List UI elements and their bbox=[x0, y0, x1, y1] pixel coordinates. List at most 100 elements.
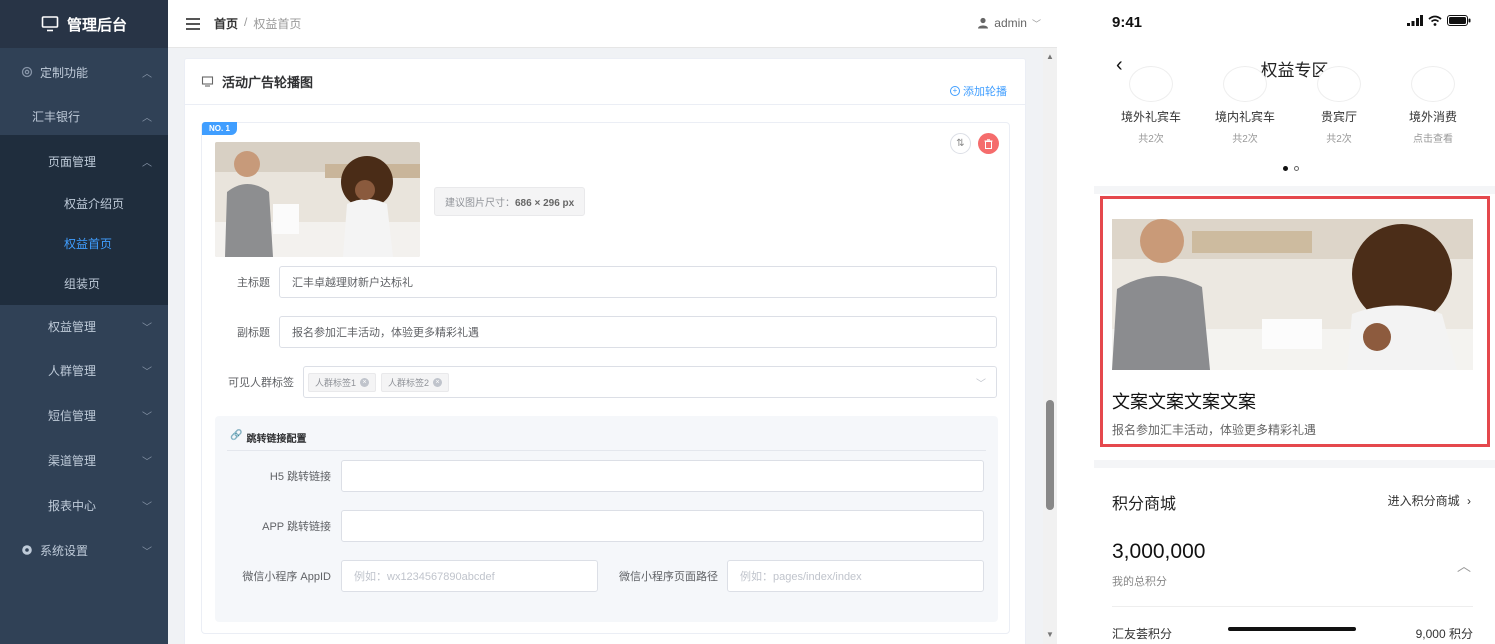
tags-select[interactable]: 人群标签1 × 人群标签2 × ﹀ bbox=[303, 366, 997, 398]
main-content: 活动广告轮播图 + 添加轮播 NO. 1 建议图片尺寸：686 × 296 px… bbox=[168, 48, 1043, 644]
card-title: 活动广告轮播图 bbox=[222, 75, 314, 90]
page-path-label: 微信小程序页面路径 bbox=[619, 571, 718, 583]
carousel-card: 活动广告轮播图 + 添加轮播 NO. 1 建议图片尺寸：686 × 296 px… bbox=[184, 58, 1026, 644]
sidebar-item-system-settings[interactable]: 系统设置 ﹀ bbox=[0, 541, 168, 559]
appid-input[interactable]: 例如：wx1234567890abcdef bbox=[341, 560, 598, 592]
main-title-input[interactable]: 汇丰卓越理财新户达标礼 bbox=[279, 266, 997, 298]
gear-icon bbox=[21, 66, 33, 78]
sidebar-item-label: 人群管理 bbox=[48, 363, 97, 378]
hamburger-icon[interactable] bbox=[186, 17, 200, 30]
item-number-badge: NO. 1 bbox=[202, 122, 237, 135]
phone-preview: 9:41 ‹ 权益专区 境外礼宾车 共2次 境内礼宾车 共2次 贵宾厅 共2次 … bbox=[1094, 0, 1495, 644]
add-carousel-button[interactable]: + 添加轮播 bbox=[950, 83, 1007, 99]
chevron-up-icon: ︿ bbox=[142, 112, 152, 124]
close-icon[interactable]: × bbox=[360, 377, 370, 387]
app-link-input[interactable] bbox=[341, 510, 984, 542]
chevron-up-icon: ︿ bbox=[142, 157, 152, 169]
benefit-item[interactable]: 境内礼宾车 共2次 bbox=[1200, 108, 1290, 145]
scroll-up-arrow-icon[interactable]: ▲ bbox=[1046, 52, 1054, 61]
chevron-down-icon: ﹀ bbox=[142, 366, 152, 378]
sub-title-input[interactable]: 报名参加汇丰活动，体验更多精彩礼遇 bbox=[279, 316, 997, 348]
sidebar-item-label: 短信管理 bbox=[48, 408, 97, 423]
sub-title-label: 副标题 bbox=[237, 327, 270, 339]
benefit-icon bbox=[1129, 66, 1173, 102]
enter-points-mall-link[interactable]: 进入积分商城 › bbox=[1388, 492, 1471, 509]
scroll-down-arrow-icon[interactable]: ▼ bbox=[1046, 630, 1054, 639]
h5-link-row: H5 跳转链接 bbox=[215, 460, 984, 492]
points-mall-section: 积分商城 进入积分商城 › 3,000,000 我的总积分 ︿ 汇友荟积分 9,… bbox=[1094, 468, 1495, 644]
sort-icon: ⇅ bbox=[956, 138, 965, 149]
banner-thumbnail[interactable] bbox=[215, 142, 420, 257]
h5-link-label: H5 跳转链接 bbox=[269, 471, 331, 483]
breadcrumb-separator: / bbox=[244, 15, 248, 29]
benefit-icon bbox=[1223, 66, 1267, 102]
scrollbar-thumb[interactable] bbox=[1046, 400, 1054, 510]
plus-circle-icon: + bbox=[950, 86, 960, 96]
benefits-grid: 境外礼宾车 共2次 境内礼宾车 共2次 贵宾厅 共2次 境外消费 点击查看 bbox=[1094, 66, 1495, 186]
wifi-icon bbox=[1428, 15, 1442, 26]
pager-dot-active bbox=[1283, 166, 1288, 171]
chevron-down-icon: ﹀ bbox=[142, 501, 152, 513]
sidebar-item-crowd-manage[interactable]: 人群管理 ﹀ bbox=[0, 361, 168, 379]
delete-button[interactable] bbox=[978, 133, 999, 154]
main-title-row: 主标题 汇丰卓越理财新户达标礼 bbox=[202, 266, 997, 298]
username: admin bbox=[994, 16, 1027, 30]
breadcrumb-home[interactable]: 首页 bbox=[214, 15, 238, 32]
sidebar-item-benefit-manage[interactable]: 权益管理 ﹀ bbox=[0, 317, 168, 335]
status-time: 9:41 bbox=[1112, 14, 1143, 31]
sidebar-item-page-manage[interactable]: 页面管理 ︿ bbox=[0, 152, 168, 170]
page-path-input[interactable]: 例如：pages/index/index bbox=[727, 560, 984, 592]
link-icon: 🔗 bbox=[230, 430, 243, 441]
chevron-up-icon[interactable]: ︿ bbox=[1457, 556, 1471, 576]
pager-dots bbox=[1283, 166, 1299, 171]
sort-button[interactable]: ⇅ bbox=[950, 133, 971, 154]
sidebar-item-channel-manage[interactable]: 渠道管理 ﹀ bbox=[0, 451, 168, 469]
benefit-item[interactable]: 境外礼宾车 共2次 bbox=[1106, 108, 1196, 145]
brand: 管理后台 bbox=[0, 0, 168, 48]
banner-section: 文案文案文案文案 报名参加汇丰活动，体验更多精彩礼遇 bbox=[1094, 194, 1495, 460]
sidebar-item-assembly-page[interactable]: 组装页 bbox=[0, 274, 168, 292]
sidebar-item-hsbc[interactable]: 汇丰银行 ︿ bbox=[0, 107, 168, 125]
sidebar-item-report-center[interactable]: 报表中心 ﹀ bbox=[0, 496, 168, 514]
chevron-down-icon: ﹀ bbox=[976, 378, 986, 390]
chevron-right-icon: › bbox=[1467, 494, 1471, 508]
miniprogram-row: 微信小程序 AppID 例如：wx1234567890abcdef 微信小程序页… bbox=[215, 560, 984, 592]
close-icon[interactable]: × bbox=[433, 377, 443, 387]
sidebar-item-label: 报表中心 bbox=[48, 498, 97, 513]
sidebar-item-sms-manage[interactable]: 短信管理 ﹀ bbox=[0, 406, 168, 424]
sidebar-item-label: 系统设置 bbox=[40, 543, 89, 558]
signal-icon bbox=[1407, 15, 1423, 26]
sidebar-item-custom[interactable]: 定制功能 ︿ bbox=[0, 63, 168, 81]
sidebar-item-label: 定制功能 bbox=[40, 65, 89, 80]
monitor-icon bbox=[41, 16, 59, 32]
user-menu[interactable]: admin ﹀ bbox=[977, 16, 1041, 30]
sidebar-item-label: 渠道管理 bbox=[48, 453, 97, 468]
total-points-value: 3,000,000 bbox=[1112, 540, 1206, 563]
carousel-icon bbox=[201, 76, 214, 87]
app-link-row: APP 跳转链接 bbox=[215, 510, 984, 542]
sidebar: 管理后台 定制功能 ︿ 汇丰银行 ︿ 页面管理 ︿ 权益介绍页 权益首页 组装页… bbox=[0, 0, 168, 644]
brand-title: 管理后台 bbox=[66, 16, 127, 34]
battery-icon bbox=[1447, 15, 1471, 26]
banner-photo bbox=[215, 142, 420, 257]
card-header: 活动广告轮播图 bbox=[185, 59, 1025, 105]
points-row-value: 9,000 积分 bbox=[1415, 627, 1473, 641]
preview-highlight-frame bbox=[1100, 196, 1490, 447]
chevron-down-icon: ﹀ bbox=[142, 546, 152, 558]
status-icons bbox=[1407, 15, 1471, 26]
h5-link-input[interactable] bbox=[341, 460, 984, 492]
sidebar-item-label: 组装页 bbox=[64, 276, 101, 291]
app-link-label: APP 跳转链接 bbox=[262, 521, 331, 533]
total-points-label: 我的总积分 bbox=[1112, 576, 1167, 588]
benefit-item[interactable]: 贵宾厅 共2次 bbox=[1294, 108, 1384, 145]
trash-icon bbox=[984, 138, 993, 149]
sidebar-item-benefit-home[interactable]: 权益首页 bbox=[0, 234, 168, 252]
benefit-icon bbox=[1411, 66, 1455, 102]
tags-row: 可见人群标签 人群标签1 × 人群标签2 × ﹀ bbox=[202, 366, 997, 398]
chevron-down-icon: ﹀ bbox=[142, 456, 152, 468]
scrollbar[interactable]: ▲ ▼ bbox=[1043, 48, 1057, 644]
sidebar-item-intro-page[interactable]: 权益介绍页 bbox=[0, 194, 168, 212]
benefit-item[interactable]: 境外消费 点击查看 bbox=[1388, 108, 1478, 145]
sidebar-item-label: 权益管理 bbox=[48, 319, 97, 334]
divider bbox=[1112, 606, 1473, 607]
